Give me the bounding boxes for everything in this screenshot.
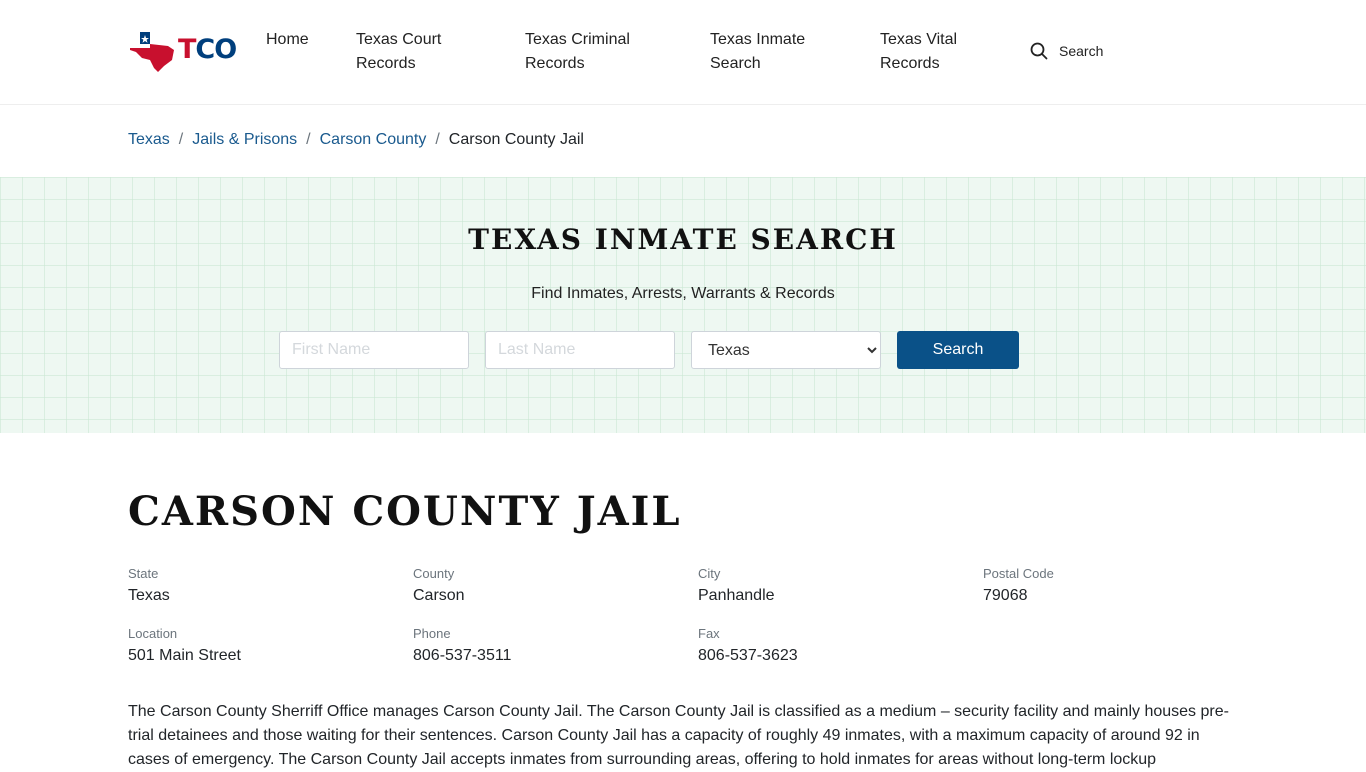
breadcrumb-separator: / (306, 131, 311, 148)
info-postal-code: Postal Code 79068 (983, 566, 1054, 606)
info-label: Location (128, 626, 178, 641)
nav-label-line1: Texas Inmate (710, 31, 806, 48)
logo-letter-o: O (214, 34, 237, 65)
info-label: State (128, 566, 159, 581)
info-value: Panhandle (698, 587, 775, 604)
info-value: Texas (128, 587, 170, 604)
nav-label-line1: Texas Vital (880, 31, 958, 48)
inmate-search-button[interactable]: Search (897, 331, 1019, 369)
info-value: 806-537-3511 (413, 647, 512, 664)
nav-home-label: Home (266, 31, 309, 48)
inmate-search-hero: TEXAS INMATE SEARCH Find Inmates, Arrest… (0, 177, 1366, 433)
nav-home[interactable]: Home (266, 28, 309, 52)
nav-texas-inmate-search[interactable]: Texas Inmate Search (710, 28, 805, 76)
breadcrumb-separator: / (435, 131, 440, 148)
breadcrumb-current: Carson County Jail (448, 131, 584, 148)
nav-label-line2: Records (356, 55, 416, 72)
info-phone: Phone 806-537-3511 (413, 626, 511, 666)
last-name-input[interactable] (485, 331, 675, 369)
info-value: 79068 (983, 587, 1028, 604)
info-value: Carson (413, 587, 465, 604)
facility-description: The Carson County Sherriff Office manage… (128, 703, 1229, 768)
search-icon (1030, 42, 1048, 60)
info-location: Location 501 Main Street (128, 626, 241, 666)
info-label: Phone (413, 626, 451, 641)
info-county: County Carson (413, 566, 465, 606)
nav-label-line2: Search (710, 55, 761, 72)
info-city: City Panhandle (698, 566, 775, 606)
info-value: 501 Main Street (128, 647, 241, 664)
breadcrumb-separator: / (178, 131, 184, 148)
breadcrumb-link-jails-prisons[interactable]: Jails & Prisons (192, 131, 297, 148)
logo-letter-c: C (195, 34, 215, 65)
hero-title: TEXAS INMATE SEARCH (468, 223, 898, 256)
site-header: TCO Home Texas Court Records Texas Crimi… (0, 0, 1366, 105)
info-label: County (413, 566, 455, 581)
breadcrumb-link-texas[interactable]: Texas (128, 131, 170, 148)
page-title: CARSON COUNTY JAIL (128, 488, 682, 535)
info-fax: Fax 806-537-3623 (698, 626, 798, 666)
nav-label-line2: Records (880, 55, 940, 72)
nav-label-line1: Texas Criminal (525, 31, 630, 48)
nav-label-line1: Texas Court (356, 31, 442, 48)
breadcrumb-link-carson-county[interactable]: Carson County (320, 131, 427, 148)
breadcrumb: Texas / Jails & Prisons / Carson County / Cars… (128, 130, 584, 150)
info-state: State Texas (128, 566, 170, 606)
info-label: Postal Code (983, 566, 1054, 581)
hero-subtitle: Find Inmates, Arrests, Warrants & Record… (531, 285, 835, 302)
info-label: Fax (698, 626, 720, 641)
state-select[interactable]: Texas (691, 331, 881, 369)
nav-search-label: Search (1059, 43, 1104, 59)
texas-flag-logo-icon[interactable] (128, 30, 178, 74)
first-name-input[interactable] (279, 331, 469, 369)
nav-texas-court-records[interactable]: Texas Court Records (356, 28, 441, 76)
brand-logo-text[interactable]: TCO (178, 34, 237, 65)
nav-label-line2: Records (525, 55, 585, 72)
info-label: City (698, 566, 721, 581)
info-value: 806-537-3623 (698, 647, 798, 664)
nav-texas-criminal-records[interactable]: Texas Criminal Records (525, 28, 630, 76)
logo-letter-t: T (178, 34, 196, 65)
nav-search-button[interactable]: Search (1030, 42, 1103, 60)
nav-texas-vital-records[interactable]: Texas Vital Records (880, 28, 957, 76)
